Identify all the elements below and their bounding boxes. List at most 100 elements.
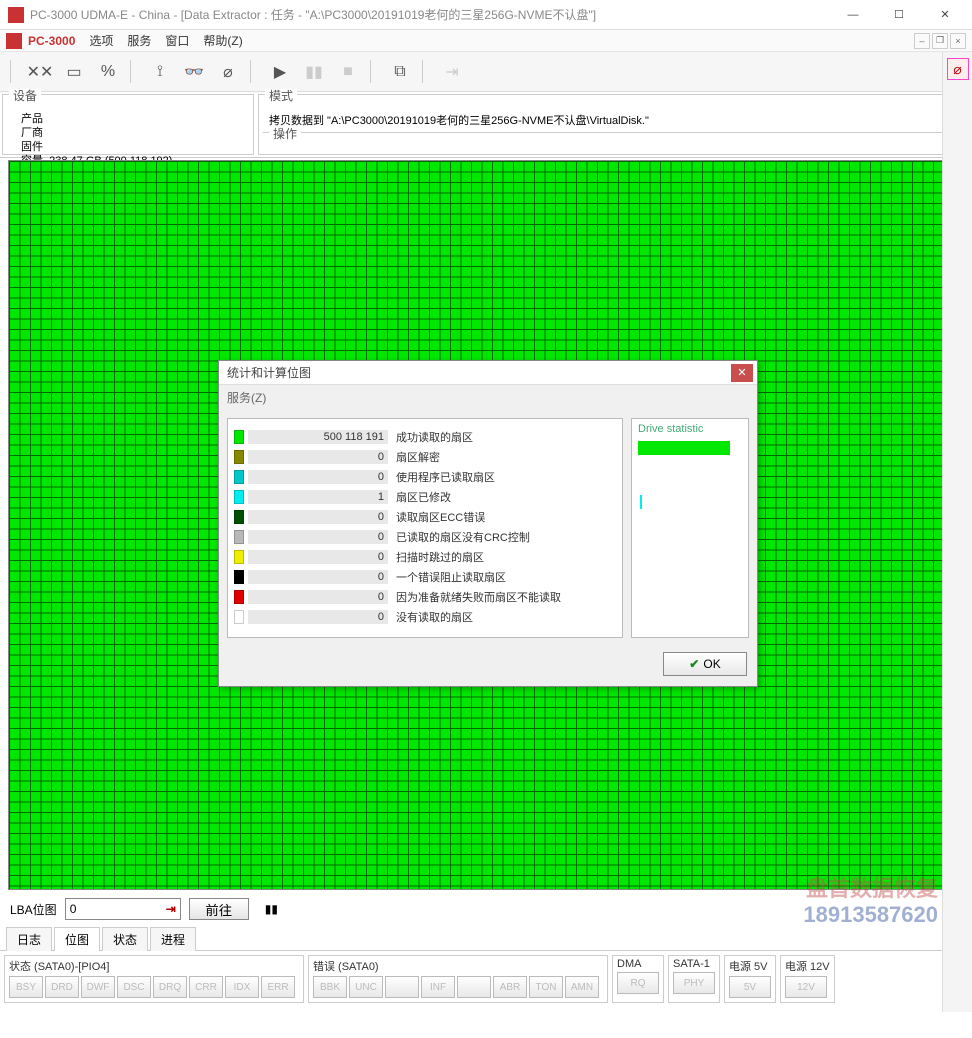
- tool-exit-icon[interactable]: ⇥: [436, 56, 468, 87]
- stat-label: 没有读取的扇区: [396, 609, 473, 625]
- status-indicator: BSY: [9, 976, 43, 998]
- stat-row: 0扇区解密: [234, 447, 616, 467]
- stat-color-swatch: [234, 550, 244, 564]
- dialog-menu-services[interactable]: 服务(Z): [219, 385, 757, 410]
- pause-icon[interactable]: ▮▮: [265, 902, 278, 916]
- status-indicator: BBK: [313, 976, 347, 998]
- mode-value: 拷贝数据到 "A:\PC3000\20191019老何的三星256G-NVME不…: [259, 112, 969, 128]
- status-indicator: [385, 976, 419, 998]
- stat-row: 0 已读取的扇区没有CRC控制: [234, 527, 616, 547]
- stat-value: 500 118 191: [248, 430, 388, 444]
- mdi-restore[interactable]: ❐: [932, 33, 948, 49]
- status-indicator: DWF: [81, 976, 115, 998]
- stat-color-swatch: [234, 490, 244, 504]
- lba-controls: LBA位图 ⇥ 前往 ▮▮: [0, 892, 972, 926]
- status-indicator: [457, 976, 491, 998]
- tool-binoculars-icon[interactable]: 👓: [178, 56, 210, 87]
- stat-row: 0扫描时跳过的扇区: [234, 547, 616, 567]
- lba-label: LBA位图: [10, 901, 57, 918]
- mdi-minimize[interactable]: –: [914, 33, 930, 49]
- status-row: 状态 (SATA0)-[PIO4] BSYDRDDWFDSCDRQCRRIDXE…: [0, 951, 972, 1003]
- stat-color-swatch: [234, 450, 244, 464]
- stat-value: 0: [248, 530, 388, 544]
- menu-window[interactable]: 窗口: [165, 32, 189, 49]
- status-indicator: CRR: [189, 976, 223, 998]
- close-button[interactable]: ✕: [922, 0, 968, 30]
- stat-color-swatch: [234, 610, 244, 624]
- status-indicator: UNC: [349, 976, 383, 998]
- mode-panel: 模式 拷贝数据到 "A:\PC3000\20191019老何的三星256G-NV…: [258, 94, 970, 155]
- status-indicator: PHY: [673, 972, 715, 994]
- device-panel: 设备 产品 厂商 固件 容量 238.47 GB (500 118 192): [2, 94, 254, 155]
- status-indicator: 5V: [729, 976, 771, 998]
- stop-button[interactable]: ■: [332, 56, 364, 87]
- stat-label: 已读取的扇区没有CRC控制: [396, 529, 530, 545]
- tab-bitmap[interactable]: 位图: [54, 927, 100, 951]
- tool-disk-icon[interactable]: ⌀: [212, 56, 244, 87]
- bottom-tabs: 日志 位图 状态 进程: [0, 926, 972, 951]
- statistics-dialog: 统计和计算位图 ✕ 服务(Z) 500 118 191成功读取的扇区0扇区解密0…: [218, 360, 758, 687]
- status-indicator: RQ: [617, 972, 659, 994]
- pause-button[interactable]: ▮▮: [298, 56, 330, 87]
- status-indicator: IDX: [225, 976, 259, 998]
- status-indicator: 12V: [785, 976, 827, 998]
- go-button[interactable]: 前往: [189, 898, 249, 920]
- dialog-close-button[interactable]: ✕: [731, 364, 753, 382]
- menu-services[interactable]: 服务: [127, 32, 151, 49]
- tool-copy-icon[interactable]: ⧉: [384, 56, 416, 87]
- status-indicator: TON: [529, 976, 563, 998]
- strip-disk-icon[interactable]: ⌀: [947, 58, 969, 80]
- titlebar: PC-3000 UDMA-E - China - [Data Extractor…: [0, 0, 972, 30]
- stat-color-swatch: [234, 530, 244, 544]
- menu-help[interactable]: 帮助(Z): [203, 32, 242, 49]
- device-panel-label: 设备: [9, 89, 41, 103]
- status-indicator: AMN: [565, 976, 599, 998]
- menubar: PC-3000 选项 服务 窗口 帮助(Z) – ❐ ×: [0, 30, 972, 52]
- stat-label: 一个错误阻止读取扇区: [396, 569, 506, 585]
- menu-options[interactable]: 选项: [89, 32, 113, 49]
- tab-status[interactable]: 状态: [102, 927, 148, 951]
- tab-log[interactable]: 日志: [6, 927, 52, 951]
- stat-label: 扇区解密: [396, 449, 440, 465]
- tool-tag-icon[interactable]: ▭: [58, 56, 90, 87]
- app-logo-icon: [6, 33, 22, 49]
- operation-panel-label: 操作: [269, 127, 301, 141]
- stat-value: 0: [248, 610, 388, 624]
- status-group-pwr5: 电源 5V 5V: [724, 955, 776, 1003]
- check-icon: ✔: [689, 657, 699, 671]
- tool-settings-icon[interactable]: ✕✕: [24, 56, 56, 87]
- minimize-button[interactable]: —: [830, 0, 876, 30]
- stat-row: 0读取扇区ECC错误: [234, 507, 616, 527]
- dialog-title-text: 统计和计算位图: [227, 364, 311, 381]
- lba-end-icon[interactable]: ⇥: [162, 902, 180, 916]
- lba-input[interactable]: [66, 899, 166, 919]
- right-tool-strip: ⌀: [942, 52, 972, 1012]
- drive-bar-success: [638, 441, 730, 455]
- stat-label: 扇区已修改: [396, 489, 451, 505]
- mode-panel-label: 模式: [265, 89, 297, 103]
- toolbar: ✕✕ ▭ % ⟟ 👓 ⌀ ▶ ▮▮ ■ ⧉ ⇥: [0, 52, 972, 92]
- status-group-sata1: SATA-1 PHY: [668, 955, 720, 1003]
- stat-value: 0: [248, 590, 388, 604]
- maximize-button[interactable]: ☐: [876, 0, 922, 30]
- mdi-close[interactable]: ×: [950, 33, 966, 49]
- stat-row: 500 118 191 成功读取的扇区: [234, 427, 616, 447]
- stats-panel: 500 118 191成功读取的扇区0扇区解密0使用程序已读取扇区1扇区已修改0…: [227, 418, 623, 638]
- drive-bar-modified: [640, 495, 642, 509]
- status-indicator: DRQ: [153, 976, 187, 998]
- device-firmware: 固件: [3, 140, 253, 154]
- drive-statistic-panel: Drive statistic: [631, 418, 749, 638]
- stat-color-swatch: [234, 570, 244, 584]
- stat-label: 成功读取的扇区: [396, 429, 473, 445]
- device-vendor: 厂商: [3, 126, 253, 140]
- info-panels: 设备 产品 厂商 固件 容量 238.47 GB (500 118 192) 模…: [0, 92, 972, 158]
- tool-percent-icon[interactable]: %: [92, 56, 124, 87]
- stat-color-swatch: [234, 590, 244, 604]
- dialog-titlebar[interactable]: 统计和计算位图 ✕: [219, 361, 757, 385]
- ok-button[interactable]: ✔ OK: [663, 652, 747, 676]
- tool-inspect-icon[interactable]: ⟟: [144, 56, 176, 87]
- stat-row: 0一个错误阻止读取扇区: [234, 567, 616, 587]
- play-button[interactable]: ▶: [264, 56, 296, 87]
- stat-row: 0 没有读取的扇区: [234, 607, 616, 627]
- tab-process[interactable]: 进程: [150, 927, 196, 951]
